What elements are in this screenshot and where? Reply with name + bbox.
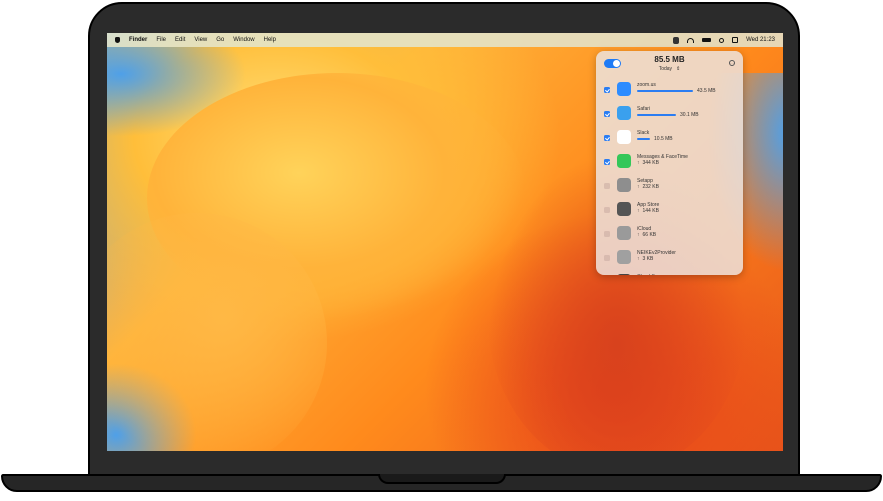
zoom-app-icon: [617, 82, 631, 96]
usage-value-text: 66 KB: [642, 232, 657, 238]
usage-value: ↑ 344 KB: [637, 160, 659, 166]
usage-value: 10.5 MB: [654, 136, 673, 142]
list-item[interactable]: Cloud Sync: [596, 271, 743, 275]
app-checkbox[interactable]: [604, 231, 610, 237]
usage-value: ↑ 232 KB: [637, 184, 659, 190]
more-options-icon[interactable]: …: [729, 60, 735, 66]
app-name: Slack: [637, 130, 650, 136]
icloud-icon: [617, 226, 631, 240]
traffic-monitor-icon[interactable]: [673, 36, 680, 44]
list-item[interactable]: Slack 10.5 MB: [596, 127, 743, 151]
period-label: Today: [658, 66, 673, 72]
list-item[interactable]: Safari 30.1 MB: [596, 103, 743, 127]
usage-value-text: 3 KB: [642, 256, 654, 262]
period-selector[interactable]: Today ⇕: [596, 66, 743, 72]
desktop-screen: Finder File Edit View Go Window Help Wed…: [107, 33, 783, 451]
app-checkbox[interactable]: [604, 135, 610, 141]
list-item[interactable]: Setapp ↑ 232 KB: [596, 175, 743, 199]
usage-value: ↑ 66 KB: [637, 232, 656, 238]
total-usage: 85.5 MB: [654, 55, 685, 64]
network-usage-popover: 85.5 MB Today ⇕ … zoom.us 43.5 MB Safari 30.…: [596, 51, 743, 275]
app-checkbox[interactable]: [604, 87, 610, 93]
control-center-icon[interactable]: [732, 37, 739, 43]
upload-arrow-icon: ↑: [637, 232, 640, 238]
usage-bar: [637, 90, 693, 93]
usage-bar: [637, 138, 650, 141]
shield-app-icon: [617, 250, 631, 264]
chevron-updown-icon: ⇕: [676, 66, 681, 72]
list-item[interactable]: iCloud ↑ 66 KB: [596, 223, 743, 247]
list-item[interactable]: zoom.us 43.5 MB: [596, 79, 743, 103]
usage-value: 30.1 MB: [680, 112, 699, 118]
menu-clock[interactable]: Wed 21:23: [746, 37, 775, 43]
menu-edit[interactable]: Edit: [175, 37, 185, 43]
usage-value: ↑ 3 KB: [637, 256, 653, 262]
upload-arrow-icon: ↑: [637, 256, 640, 262]
menu-go[interactable]: Go: [216, 37, 224, 43]
upload-arrow-icon: ↑: [637, 208, 640, 214]
menu-bar: Finder File Edit View Go Window Help Wed…: [107, 33, 783, 47]
app-checkbox[interactable]: [604, 111, 610, 117]
app-name: zoom.us: [637, 82, 656, 88]
usage-value-text: 232 KB: [642, 184, 659, 190]
app-store-icon: [617, 202, 631, 216]
messages-app-icon: [617, 154, 631, 168]
slack-app-icon: [617, 130, 631, 144]
app-checkbox[interactable]: [604, 159, 610, 165]
usage-bar: [637, 114, 676, 117]
cloud-sync-icon: [617, 274, 631, 275]
menu-file[interactable]: File: [156, 37, 166, 43]
usage-value-text: 144 KB: [642, 208, 659, 214]
laptop-frame: Finder File Edit View Go Window Help Wed…: [0, 0, 883, 501]
menu-help[interactable]: Help: [264, 37, 276, 43]
trackpad-notch: [378, 474, 506, 484]
usage-value: 43.5 MB: [697, 88, 716, 94]
status-area: Wed 21:23: [673, 33, 775, 47]
usage-value-text: 344 KB: [642, 160, 659, 166]
app-name: Safari: [637, 106, 651, 112]
list-item[interactable]: NEIKEv2Provider ↑ 3 KB: [596, 247, 743, 271]
list-item[interactable]: Messages & FaceTime ↑ 344 KB: [596, 151, 743, 175]
menu-view[interactable]: View: [194, 37, 207, 43]
wifi-icon[interactable]: [687, 37, 695, 43]
safari-app-icon: [617, 106, 631, 120]
list-item[interactable]: App Store ↑ 144 KB: [596, 199, 743, 223]
apple-logo-icon[interactable]: [115, 37, 120, 43]
usage-value: ↑ 144 KB: [637, 208, 659, 214]
app-checkbox[interactable]: [604, 255, 610, 261]
spotlight-search-icon[interactable]: [719, 37, 725, 43]
upload-arrow-icon: ↑: [637, 184, 640, 190]
menu-window[interactable]: Window: [233, 37, 254, 43]
upload-arrow-icon: ↑: [637, 160, 640, 166]
app-checkbox[interactable]: [604, 183, 610, 189]
battery-icon[interactable]: [702, 38, 712, 42]
app-name: Cloud Sync: [637, 274, 663, 275]
app-checkbox[interactable]: [604, 207, 610, 213]
setapp-app-icon: [617, 178, 631, 192]
menu-finder[interactable]: Finder: [129, 37, 147, 43]
